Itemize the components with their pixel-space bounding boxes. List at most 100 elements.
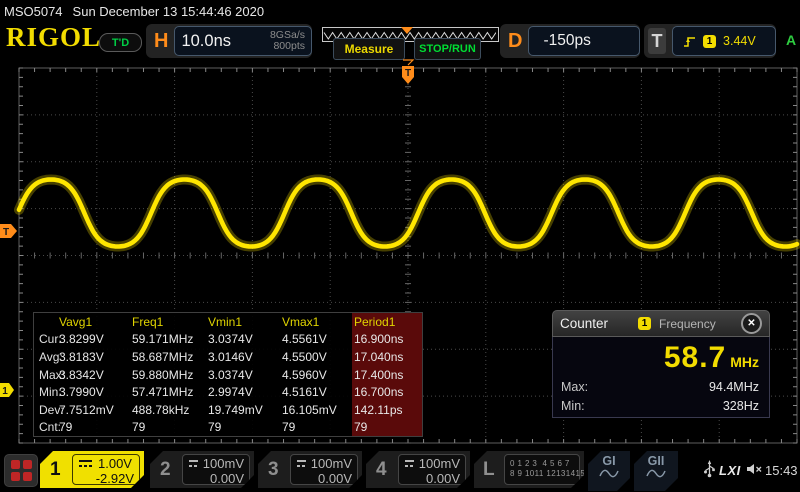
counter-source-badge: 1 [638,317,651,330]
meas-value: 4.5500V [282,348,352,366]
meas-value: 3.7990V [59,383,132,401]
channel-offset: 0.00V [296,471,352,486]
toolbar: RIGOL T'D H 10.0ns 8GSa/s 800pts Measure… [0,22,800,62]
generator-2-tab[interactable]: GII [634,451,678,491]
meas-value: 57.471MHz [132,383,208,401]
svg-text:T: T [405,68,411,79]
counter-value: 58.7 [664,341,726,374]
rising-edge-icon [683,35,696,48]
meas-value: 79 [132,419,208,437]
meas-row-label: Cnt: [34,419,59,437]
trigger-box: 1 3.44V [672,26,776,56]
meas-value: 79 [208,419,282,437]
trigger-position-marker[interactable]: T [402,60,414,84]
horizontal-settings[interactable]: H 10.0ns 8GSa/s 800pts [146,24,312,58]
meas-value: 79 [282,419,352,437]
lxi-badge: LXI [719,463,741,478]
meas-value: 2.9974V [208,383,282,401]
stop-run-button[interactable]: STOP/RUN [414,38,481,60]
horizontal-label: H [154,30,168,53]
meas-value: 3.0146V [208,348,282,366]
channel-2-tab[interactable]: 2 100mV 0.00V [150,451,254,488]
svg-text:1: 1 [2,386,8,397]
trigger-settings[interactable]: T 1 3.44V [644,24,776,58]
delay-value: -150ps [528,26,640,56]
menu-button[interactable] [4,454,38,487]
meas-header-vavg1: Vavg1 [59,313,132,331]
ch1-waveform-trace [19,180,797,247]
usb-icon [703,460,716,478]
trigger-level-value: 3.44V [723,34,756,48]
meas-value: 4.5960V [282,366,352,384]
meas-value: 79 [59,419,132,437]
meas-value: 17.400ns [352,366,422,384]
meas-value: 488.78kHz [132,401,208,419]
meas-row-label: Dev: [34,401,59,419]
dc-coupling-icon [188,459,198,468]
grid-menu-icon [11,460,32,481]
meas-value: 142.11ps [352,401,422,419]
counter-titlebar: Counter 1 Frequency ✕ [552,310,770,337]
counter-body: 58.7MHz Max: 94.4MHz Min: 328Hz [552,337,770,418]
memory-position-pointer-icon[interactable] [401,27,413,34]
counter-title: Counter [560,316,608,331]
channel-4-tab[interactable]: 4 100mV 0.00V [366,451,470,488]
speaker-muted-icon[interactable] [746,463,763,475]
channel-scale: 1.00V [98,456,132,471]
meas-value: 3.8342V [59,366,132,384]
logic-channels-tab[interactable]: L 0 1 2 3 4 5 6 78 9 1011 12131415 [474,451,584,488]
meas-value: 16.105mV [282,401,352,419]
ch1-waveform-glow [19,180,797,247]
clock: 15:43 [765,463,798,478]
channel-offset: 0.00V [404,471,460,486]
meas-header-freq1: Freq1 [132,313,208,331]
trigger-status-badge: T'D [99,33,142,52]
timebase-box: 10.0ns 8GSa/s 800pts [174,26,312,56]
channel-scale: 100mV [419,456,460,471]
delay-label: D [508,30,522,53]
trigger-level-marker[interactable]: T [0,224,17,238]
measurement-table: Vavg1 Freq1 Vmin1 Vmax1 Period1 Cur: 3.8… [33,312,423,437]
meas-value: 59.880MHz [132,366,208,384]
delay-settings[interactable]: D -150ps [500,24,640,58]
channel1-position-marker[interactable]: 1 [0,383,14,397]
channel-scale: 100mV [203,456,244,471]
datetime: Sun December 13 15:44:46 2020 [73,4,265,19]
meas-value: 79 [352,419,422,437]
counter-close-button[interactable]: ✕ [741,313,762,334]
sine-wave-icon [646,468,666,479]
counter-min-value: 328Hz [723,399,759,413]
meas-row-label: Avg: [34,348,59,366]
meas-value: 59.171MHz [132,331,208,349]
channel-1-tab[interactable]: 1 1.00V -2.92V [40,451,144,488]
meas-value: 3.0374V [208,331,282,349]
measure-button[interactable]: Measure [333,38,405,60]
dc-coupling-icon [404,459,414,468]
counter-unit: MHz [730,354,759,370]
dc-coupling-icon [78,459,93,468]
meas-value: 58.687MHz [132,348,208,366]
meas-header-vmax1: Vmax1 [282,313,352,331]
counter-min-label: Min: [561,399,585,413]
meas-value: 19.749mV [208,401,282,419]
meas-value: 4.5561V [282,331,352,349]
meas-value: 3.8183V [59,348,132,366]
counter-panel: Counter 1 Frequency ✕ 58.7MHz Max: 94.4M… [552,310,770,418]
meas-value: 7.7512mV [59,401,132,419]
timebase-value: 10.0ns [181,32,231,51]
meas-row-label: Max: [34,366,59,384]
channel-3-tab[interactable]: 3 100mV 0.00V [258,451,362,488]
dc-coupling-icon [296,459,306,468]
bottom-bar: 1 1.00V -2.92V 2 [0,448,800,492]
meas-value: 17.040ns [352,348,422,366]
rigol-logo: RIGOL [6,22,101,53]
counter-max-label: Max: [561,380,588,394]
sine-wave-icon [599,468,619,479]
sweep-mode-badge: A [786,32,796,48]
meas-header-vmin1: Vmin1 [208,313,282,331]
meas-value: 16.700ns [352,383,422,401]
sample-rate: 8GSa/s 800pts [270,30,305,52]
meas-value: 16.900ns [352,331,422,349]
generator-1-tab[interactable]: GI [588,451,630,491]
counter-max-value: 94.4MHz [709,380,759,394]
